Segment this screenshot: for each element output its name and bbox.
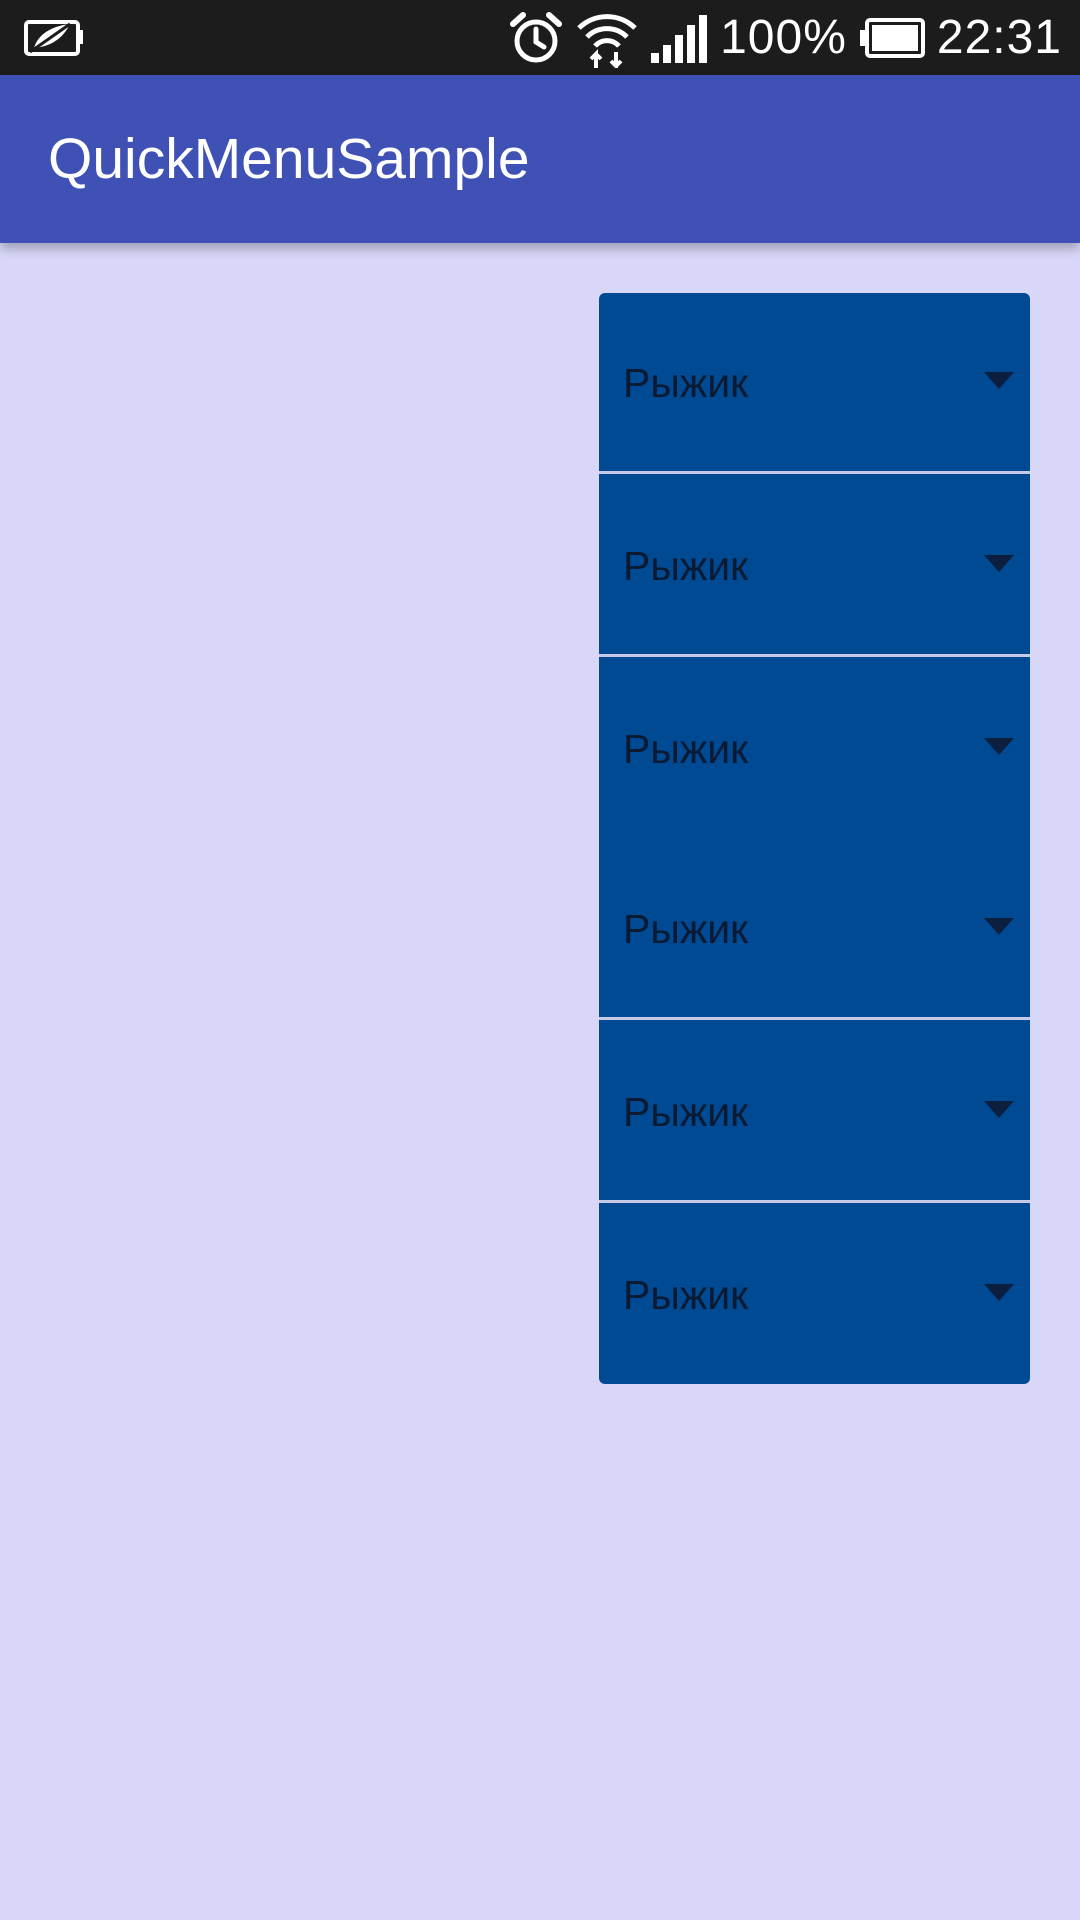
spinner-3[interactable]: Рыжик <box>599 659 1030 839</box>
dropdown-arrow-icon <box>984 555 1014 572</box>
app-title: QuickMenuSample <box>48 127 530 191</box>
dropdown-arrow-icon <box>984 738 1014 755</box>
spinner-label: Рыжик <box>623 726 749 772</box>
spinner-2[interactable]: Рыжик <box>599 476 1030 656</box>
dropdown-arrow-icon <box>984 1101 1014 1118</box>
app-bar: QuickMenuSample <box>0 75 1080 243</box>
dropdown-arrow-icon <box>984 918 1014 935</box>
divider <box>599 654 1030 657</box>
spinner-label: Рыжик <box>623 543 749 589</box>
spinner-label: Рыжик <box>623 1089 749 1135</box>
battery-icon <box>859 17 925 58</box>
spinner-4[interactable]: Рыжик <box>599 839 1030 1019</box>
divider <box>599 1200 1030 1203</box>
wifi-icon <box>577 13 637 68</box>
spinner-6[interactable]: Рыжик <box>599 1205 1030 1384</box>
clock-time: 22:31 <box>936 11 1062 64</box>
battery-percent: 100% <box>720 11 847 64</box>
status-bar: 100% 22:31 <box>0 0 1080 75</box>
status-icons: 100% 22:31 <box>508 0 1062 75</box>
spinner-panel: Рыжик Рыжик Рыжик Рыжик Рыжик Рыжик <box>599 293 1030 1384</box>
spinner-label: Рыжик <box>623 360 749 406</box>
dropdown-arrow-icon <box>984 1284 1014 1301</box>
battery-saver-icon <box>24 20 83 56</box>
divider <box>599 471 1030 474</box>
dropdown-arrow-icon <box>984 372 1014 389</box>
alarm-clock-icon <box>510 11 563 62</box>
spinner-1[interactable]: Рыжик <box>599 293 1030 473</box>
spinner-label: Рыжик <box>623 1272 749 1318</box>
divider <box>599 1017 1030 1020</box>
spinner-5[interactable]: Рыжик <box>599 1022 1030 1202</box>
spinner-label: Рыжик <box>623 906 749 952</box>
signal-icon <box>651 14 708 63</box>
